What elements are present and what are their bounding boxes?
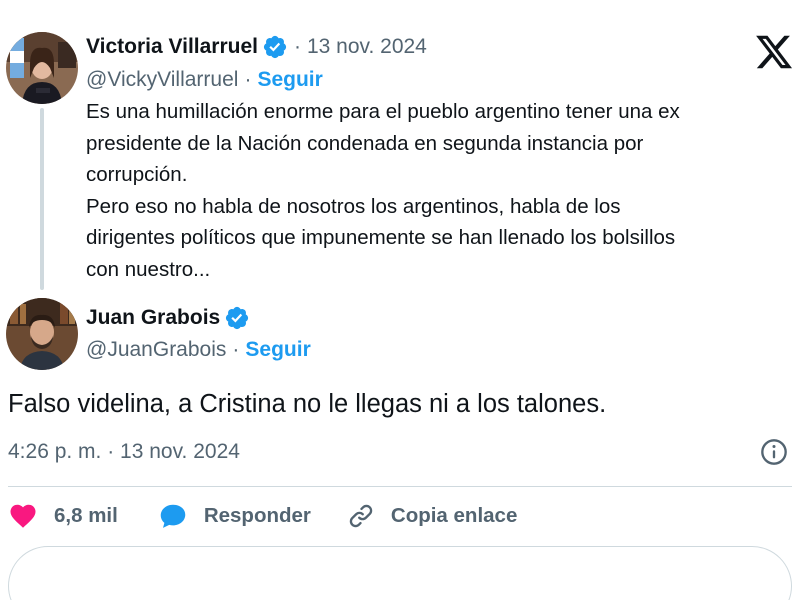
quoted-text-line: Pero eso no habla de nosotros los argent… bbox=[86, 194, 621, 218]
quoted-text-line: con nuestro... bbox=[86, 257, 211, 281]
copy-link-button[interactable]: Copia enlace bbox=[347, 502, 517, 530]
main-author-row: Juan Grabois bbox=[86, 305, 250, 331]
quoted-text-line: presidente de la Nación condenada en seg… bbox=[86, 131, 644, 155]
reply-button[interactable]: Responder bbox=[158, 501, 311, 531]
quoted-handle-row: @VickyVillarruel · Seguir bbox=[86, 68, 323, 92]
main-handle-separator: · bbox=[232, 338, 240, 361]
quoted-meta-separator: · bbox=[293, 35, 301, 58]
read-replies-button[interactable] bbox=[8, 546, 792, 600]
heart-icon bbox=[10, 504, 36, 528]
link-icon bbox=[349, 504, 373, 528]
x-logo-icon[interactable] bbox=[754, 32, 794, 72]
quoted-post-date[interactable]: 13 nov. 2024 bbox=[307, 35, 427, 59]
info-icon[interactable] bbox=[760, 438, 788, 466]
quoted-author-name[interactable]: Victoria Villarruel bbox=[86, 35, 258, 59]
avatar-juan-grabois[interactable] bbox=[6, 298, 78, 370]
main-post-text: Falso videlina, a Cristina no le llegas … bbox=[8, 390, 607, 418]
quoted-text-line: Es una humillación enorme para el pueblo… bbox=[86, 100, 680, 123]
copy-link-label: Copia enlace bbox=[390, 504, 518, 527]
like-count: 6,8 mil bbox=[54, 504, 118, 527]
main-handle-row: @JuanGrabois · Seguir bbox=[86, 338, 311, 362]
quoted-author-handle[interactable]: @VickyVillarruel bbox=[86, 68, 238, 92]
quoted-post-text[interactable]: Es una humillación enorme para el pueblo… bbox=[86, 96, 776, 285]
reply-label: Responder bbox=[203, 504, 311, 527]
post-timestamp[interactable]: 4:26 p. m. · 13 nov. 2024 bbox=[8, 440, 240, 464]
reply-bubble-icon bbox=[160, 504, 186, 528]
follow-button-quoted[interactable]: Seguir bbox=[257, 68, 322, 92]
thread-connector-line bbox=[40, 108, 44, 290]
verified-badge-icon bbox=[226, 306, 249, 330]
avatar-victoria-villarruel[interactable] bbox=[6, 32, 78, 104]
like-button[interactable]: 6,8 mil bbox=[8, 501, 118, 531]
quoted-handle-separator: · bbox=[244, 68, 252, 91]
action-bar: 6,8 mil Responder Copia enlace bbox=[8, 498, 517, 534]
quoted-text-line: dirigentes políticos que impunemente se … bbox=[86, 226, 676, 249]
verified-badge-icon bbox=[263, 35, 287, 59]
quoted-author-row: Victoria Villarruel · 13 nov. 2024 bbox=[86, 34, 427, 60]
actions-divider bbox=[8, 486, 792, 487]
main-author-name[interactable]: Juan Grabois bbox=[86, 306, 220, 330]
follow-button-main[interactable]: Seguir bbox=[245, 338, 310, 362]
quoted-text-line: corrupción. bbox=[86, 163, 188, 186]
main-author-handle[interactable]: @JuanGrabois bbox=[86, 338, 226, 362]
